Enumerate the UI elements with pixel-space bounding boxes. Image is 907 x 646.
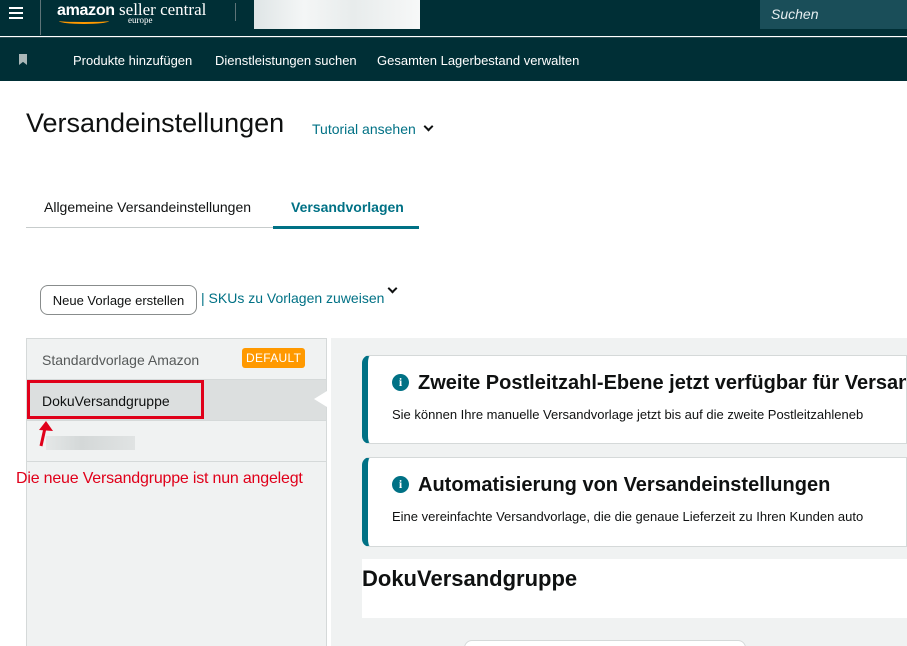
header-divider-2 — [235, 3, 236, 21]
assign-skus-link[interactable]: | SKUs zu Vorlagen zuweisen — [201, 290, 384, 306]
redacted-template-name — [46, 436, 135, 450]
chevron-down-icon[interactable] — [387, 283, 398, 294]
tab-shipping-templates[interactable]: Versandvorlagen — [291, 199, 404, 215]
hamburger-menu-icon[interactable] — [0, 0, 31, 26]
selection-pointer — [314, 391, 327, 407]
nav-find-services[interactable]: Dienstleistungen suchen — [215, 53, 357, 68]
page-title: Versandeinstellungen — [26, 108, 285, 138]
alert-body: Eine vereinfachte Versandvorlage, die di… — [392, 509, 864, 524]
info-alert-automation: i Automatisierung von Versandeinstellung… — [362, 457, 907, 547]
template-name: Standardvorlage Amazon — [42, 352, 200, 368]
info-icon: i — [392, 374, 409, 391]
logo-brand: amazon — [57, 2, 115, 19]
annotation-text: Die neue Versandgruppe ist nun angelegt — [16, 470, 303, 487]
template-list-item[interactable]: Standardvorlage Amazon DEFAULT — [27, 339, 326, 380]
redacted-account-name — [254, 0, 420, 29]
bookmark-icon[interactable] — [19, 54, 27, 65]
info-icon: i — [392, 476, 409, 493]
selected-group-card: DokuVersandgruppe — [362, 559, 907, 618]
red-arrow-icon — [39, 421, 53, 447]
tutorial-link[interactable]: Tutorial ansehen — [312, 121, 416, 137]
active-tab-indicator — [273, 226, 419, 229]
nav-add-products[interactable]: Produkte hinzufügen — [73, 53, 192, 68]
quick-nav-bar: Produkte hinzufügen Dienstleistungen suc… — [0, 37, 907, 81]
default-badge: DEFAULT — [242, 348, 306, 368]
top-header: amazon seller central europe Suchen — [0, 0, 907, 36]
search-input[interactable]: Suchen — [760, 0, 907, 29]
logo-region: europe — [128, 15, 153, 25]
detail-card — [464, 640, 746, 646]
create-template-button[interactable]: Neue Vorlage erstellen — [40, 285, 197, 315]
amazon-smile-icon — [59, 18, 109, 24]
highlight-box — [27, 380, 204, 419]
alert-body: Sie können Ihre manuelle Versandvorlage … — [392, 407, 864, 422]
info-alert-postcode: i Zweite Postleitzahl-Ebene jetzt verfüg… — [362, 355, 907, 444]
template-list-item[interactable] — [27, 421, 326, 462]
alert-title: Zweite Postleitzahl-Ebene jetzt verfügba… — [418, 372, 907, 394]
chevron-down-icon[interactable] — [423, 121, 434, 132]
tab-general-shipping-settings[interactable]: Allgemeine Versandeinstellungen — [44, 199, 251, 215]
nav-manage-inventory[interactable]: Gesamten Lagerbestand verwalten — [377, 53, 579, 68]
header-divider — [40, 0, 41, 35]
selected-group-title: DokuVersandgruppe — [362, 566, 578, 591]
search-placeholder: Suchen — [771, 6, 819, 22]
alert-title: Automatisierung von Versandeinstellungen — [418, 474, 831, 496]
